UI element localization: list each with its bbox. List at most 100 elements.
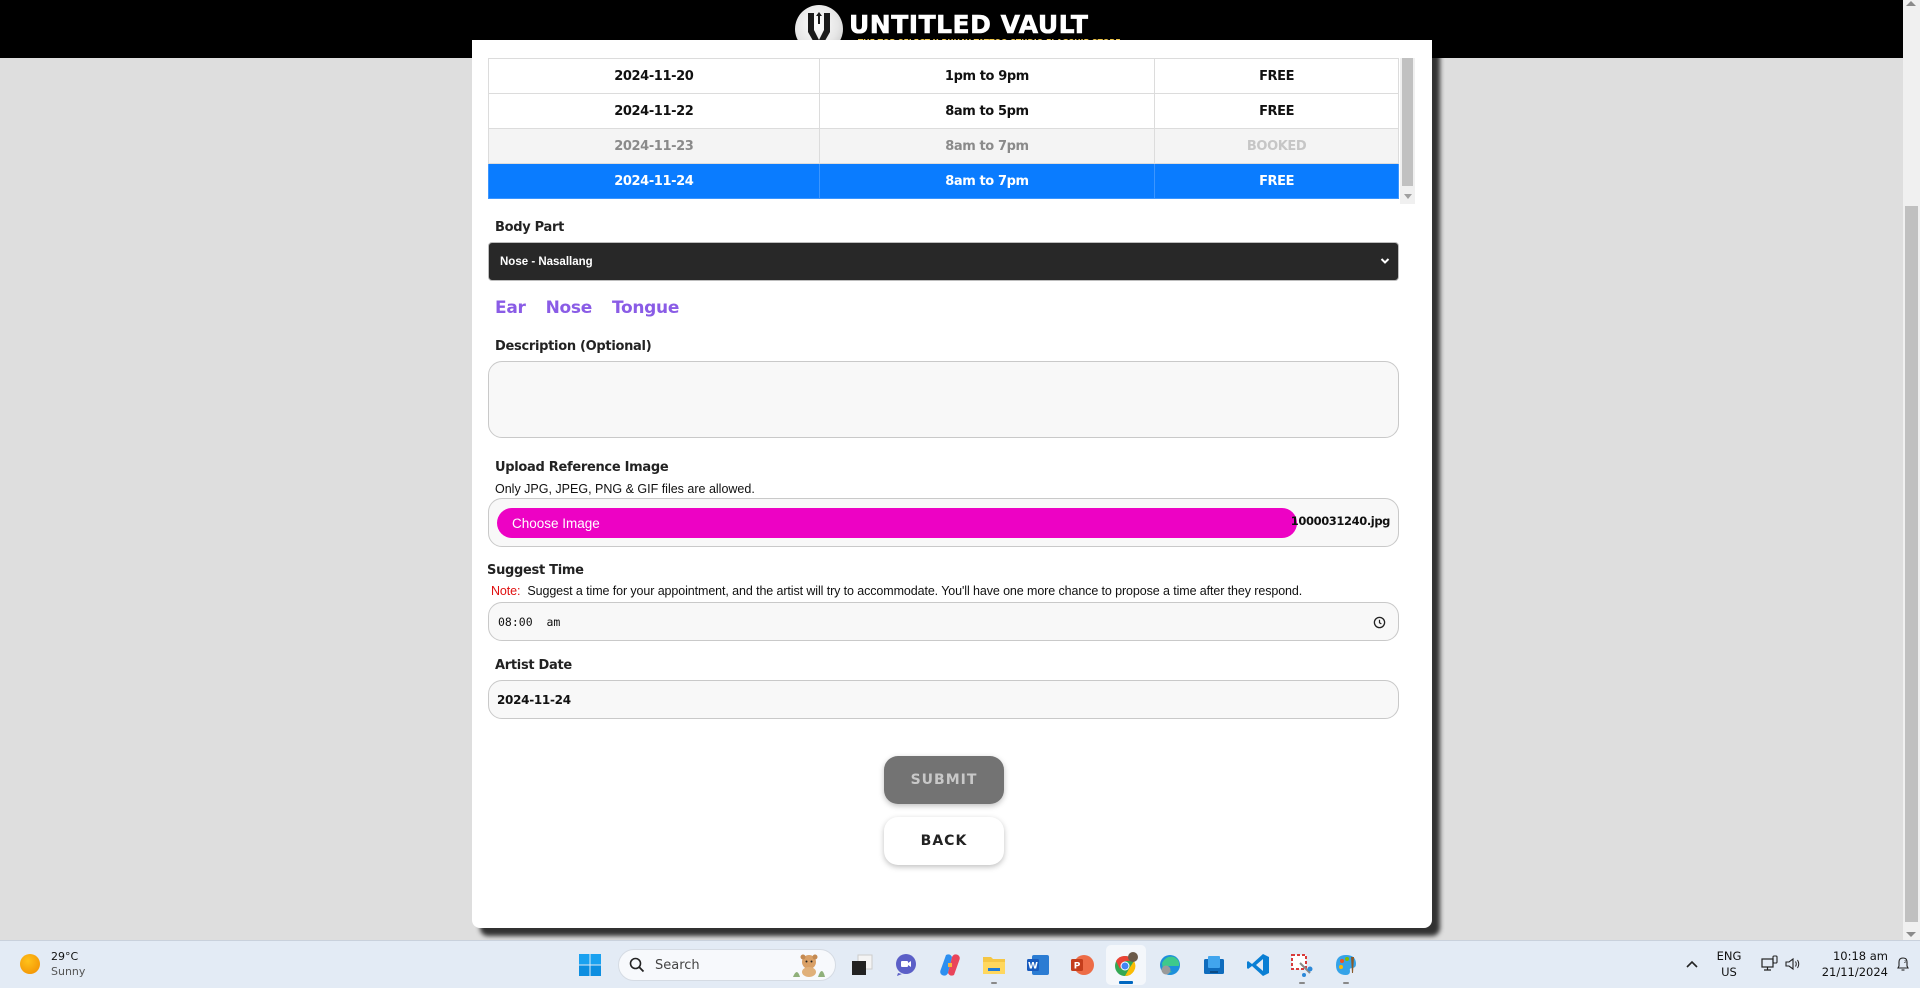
artist-date-input[interactable]: 2024-11-24 <box>488 680 1399 719</box>
copilot-icon <box>940 954 960 976</box>
schedule-status-cell: FREE <box>1154 163 1399 199</box>
copilot-button[interactable] <box>930 945 970 985</box>
windows-taskbar: 29°C Sunny Search W P ENG US 10:18 am 21… <box>0 940 1920 988</box>
page-scrollbar[interactable] <box>1903 0 1920 940</box>
booking-form-card: 2024-11-20 1pm to 9pm FREE 2024-11-22 8am to… <box>472 40 1432 928</box>
weather-temperature: 29°C <box>51 950 79 963</box>
running-indicator <box>1343 982 1349 984</box>
search-icon <box>629 957 645 973</box>
suggest-time-value: 08:00 am <box>498 614 561 629</box>
schedule-time-cell: 1pm to 9pm <box>818 58 1156 94</box>
vscode-icon <box>1247 954 1269 976</box>
clock-date: 21/11/2024 <box>1821 965 1888 979</box>
word-button[interactable]: W <box>1018 945 1058 985</box>
body-part-links: Ear Nose Tongue <box>495 298 679 318</box>
back-button[interactable]: BACK <box>884 817 1004 865</box>
part-link-ear[interactable]: Ear <box>495 298 526 318</box>
description-textarea[interactable] <box>488 361 1399 438</box>
edge-button[interactable] <box>1150 945 1190 985</box>
body-part-selected-value: Nose - Nasallang <box>500 255 593 268</box>
schedule-row[interactable]: 2024-11-22 8am to 5pm FREE <box>488 93 1399 129</box>
schedule-status-cell: FREE <box>1154 58 1399 94</box>
artist-date-value: 2024-11-24 <box>497 692 571 707</box>
schedule-row[interactable]: 2024-11-24 8am to 7pm FREE <box>488 163 1399 199</box>
edge-icon <box>1160 955 1180 975</box>
lion-cub-icon <box>793 954 825 977</box>
network-icon[interactable] <box>1761 955 1779 973</box>
weather-condition: Sunny <box>51 965 86 978</box>
schedule-scrollbar[interactable] <box>1400 58 1415 204</box>
teams-meet-button[interactable] <box>886 945 926 985</box>
part-link-nose[interactable]: Nose <box>546 298 593 318</box>
schedule-row: 2024-11-23 8am to 7pm BOOKED <box>488 128 1399 164</box>
notifications-bell-icon[interactable]: z <box>1896 956 1910 972</box>
language-code: ENG <box>1716 949 1742 963</box>
note-text: Suggest a time for your appointment, and… <box>527 584 1303 598</box>
uploaded-file-name: 1000031240.jpg <box>1290 514 1391 528</box>
show-hidden-icons-chevron-icon[interactable] <box>1686 960 1698 968</box>
suggest-time-input[interactable]: 08:00 am <box>488 602 1399 641</box>
task-view-button[interactable] <box>842 945 882 985</box>
search-placeholder: Search <box>655 957 700 973</box>
upload-label: Upload Reference Image <box>495 460 669 475</box>
suggest-time-label: Suggest Time <box>487 563 584 578</box>
schedule-status-cell: FREE <box>1154 93 1399 129</box>
snipping-tool-button[interactable] <box>1282 945 1322 985</box>
chrome-button[interactable] <box>1106 945 1146 985</box>
submit-button[interactable]: SUBMIT <box>884 756 1004 804</box>
schedule-scrollbar-thumb[interactable] <box>1402 58 1413 186</box>
sun-icon <box>20 954 40 974</box>
schedule-status-cell: BOOKED <box>1154 128 1399 164</box>
start-button[interactable] <box>570 945 610 985</box>
schedule-time-cell: 8am to 5pm <box>818 93 1156 129</box>
folder-icon <box>983 957 1005 974</box>
store-button[interactable] <box>1194 945 1234 985</box>
task-view-icon <box>852 954 873 975</box>
scroll-down-arrow-icon[interactable] <box>1906 932 1916 937</box>
schedule-scroll-down-icon[interactable] <box>1404 194 1412 199</box>
word-icon: W <box>1027 955 1049 975</box>
vscode-button[interactable] <box>1238 945 1278 985</box>
schedule-date-cell: 2024-11-24 <box>488 163 820 199</box>
part-link-tongue[interactable]: Tongue <box>612 298 679 318</box>
active-app-indicator <box>1119 981 1133 984</box>
schedule-date-cell: 2024-11-22 <box>488 93 820 129</box>
running-indicator <box>1299 982 1305 984</box>
artist-date-label: Artist Date <box>495 658 572 673</box>
file-explorer-button[interactable] <box>974 945 1014 985</box>
language-indicator[interactable]: ENG US <box>1714 948 1744 980</box>
running-indicator <box>991 982 997 984</box>
suggest-time-note: Note: Suggest a time for your appointment… <box>491 584 1302 598</box>
brand-title: UNTITLED VAULT <box>849 9 1089 39</box>
video-chat-icon <box>896 954 916 976</box>
clock[interactable]: 10:18 am 21/11/2024 <box>1816 948 1888 980</box>
upload-field: Choose Image 1000031240.jpg <box>488 498 1399 547</box>
powerpoint-icon: P <box>1071 955 1094 975</box>
page-scrollbar-thumb[interactable] <box>1905 206 1918 922</box>
schedule-date-cell: 2024-11-23 <box>488 128 820 164</box>
chevron-down-icon <box>1380 258 1390 264</box>
schedule-time-cell: 8am to 7pm <box>818 163 1156 199</box>
snipping-tool-icon <box>1291 954 1313 977</box>
powerpoint-button[interactable]: P <box>1062 945 1102 985</box>
weather-widget[interactable]: 29°C Sunny <box>20 949 85 979</box>
upload-help-text: Only JPG, JPEG, PNG & GIF files are allo… <box>495 482 755 496</box>
clock-icon[interactable] <box>1373 616 1386 629</box>
schedule-table-container: 2024-11-20 1pm to 9pm FREE 2024-11-22 8am to… <box>488 58 1415 204</box>
clock-time: 10:18 am <box>1832 949 1888 963</box>
schedule-row[interactable]: 2024-11-20 1pm to 9pm FREE <box>488 58 1399 94</box>
svg-text:W: W <box>1028 962 1038 972</box>
body-part-label: Body Part <box>495 220 565 235</box>
store-icon <box>1204 956 1224 974</box>
chrome-icon <box>1115 952 1138 977</box>
body-part-select[interactable]: Nose - Nasallang <box>488 242 1399 281</box>
schedule-date-cell: 2024-11-20 <box>488 58 820 94</box>
scroll-up-arrow-icon[interactable] <box>1906 1 1916 6</box>
paint-button[interactable] <box>1326 945 1366 985</box>
choose-image-button[interactable]: Choose Image <box>497 508 1297 538</box>
schedule-time-cell: 8am to 7pm <box>818 128 1156 164</box>
windows-logo-icon <box>579 954 601 976</box>
taskbar-search[interactable]: Search <box>618 949 836 981</box>
volume-icon[interactable] <box>1785 957 1801 971</box>
schedule-table: 2024-11-20 1pm to 9pm FREE 2024-11-22 8am to… <box>488 58 1399 199</box>
